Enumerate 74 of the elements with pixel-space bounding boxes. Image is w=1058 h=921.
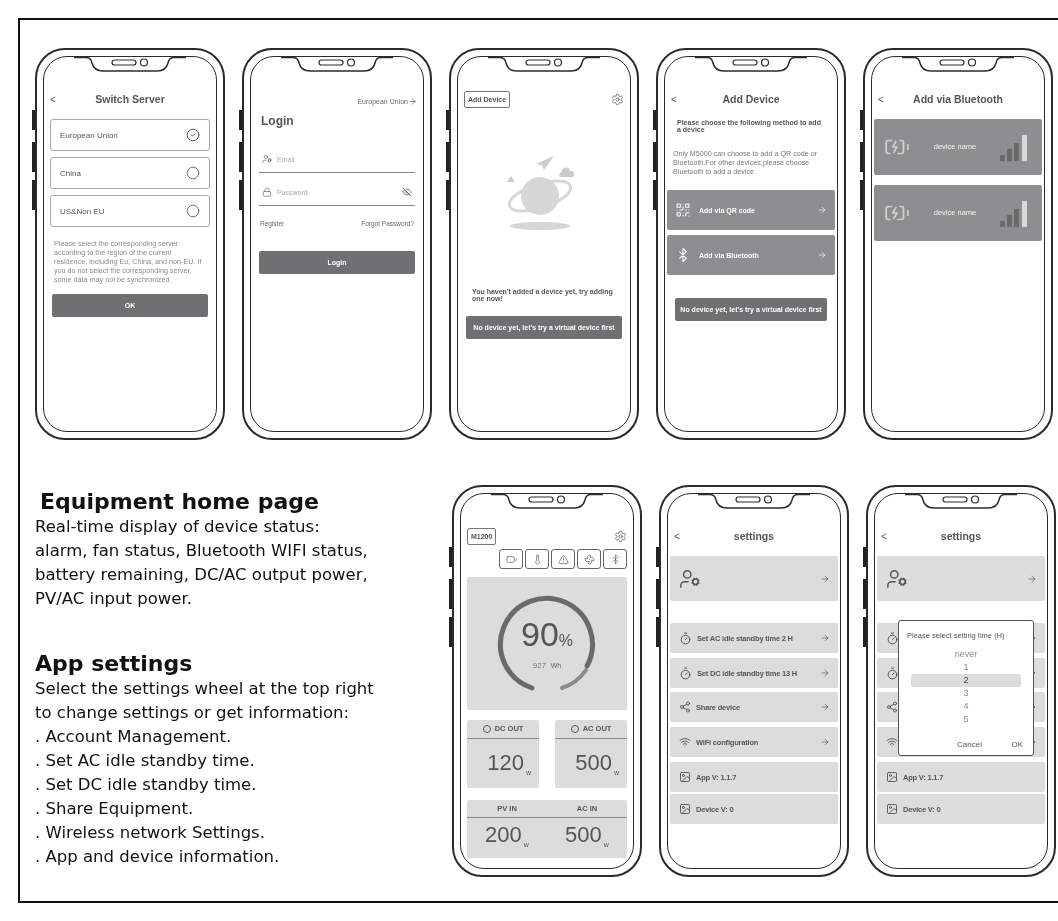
section-text: Select the settings wheel at the top right to change settings or get information:: [35, 678, 375, 724]
list-item: . Account Management.: [35, 726, 233, 748]
arrow-right-icon: [1027, 573, 1037, 584]
section-text: Real-time display of device status: alarm, fan status, Bluetooth WIFI status, battery remaining, DC/AC output power, PV/AC input power.: [35, 516, 369, 610]
arrow-right-icon: [408, 97, 417, 106]
screen-title: Switch Server: [94, 93, 166, 105]
screen-title: Add via Bluetooth: [912, 93, 1004, 105]
time-option[interactable]: 2: [911, 674, 1021, 687]
timer-icon: [679, 666, 692, 680]
screen-title: Add Device: [721, 93, 781, 105]
screen-title: settings: [939, 530, 983, 542]
wifi-icon: [679, 736, 691, 748]
time-option[interactable]: 1: [911, 661, 1021, 674]
server-option[interactable]: US&Non EU: [50, 195, 210, 227]
arrow-right-icon: [820, 573, 830, 584]
output-value: 500: [575, 749, 612, 776]
back-button[interactable]: <: [878, 93, 892, 105]
output-value: 120: [487, 749, 524, 776]
section-heading: App settings: [35, 651, 194, 677]
radio-circle-icon[interactable]: [186, 166, 200, 180]
qr-code-icon: [675, 202, 691, 218]
battery-icon: [505, 553, 517, 565]
time-option[interactable]: 4: [911, 700, 1021, 713]
arrow-right-icon: [820, 737, 830, 747]
list-item: . Share Equipment.: [35, 798, 195, 820]
back-button[interactable]: <: [671, 93, 685, 105]
list-item: . Set DC idle standby time.: [35, 774, 258, 796]
server-option[interactable]: China: [50, 157, 210, 189]
battery-percent: 90: [520, 614, 559, 653]
input-value: 200: [485, 822, 522, 848]
image-icon: [886, 771, 898, 783]
check-circle-icon[interactable]: [186, 128, 200, 142]
settings-icon[interactable]: [614, 530, 627, 543]
list-item: . Set AC idle standby time.: [35, 750, 256, 772]
login-title: Login: [261, 114, 295, 128]
energy-value: 927: [532, 660, 547, 670]
timer-icon: [886, 666, 899, 680]
user-icon: [262, 154, 272, 164]
share-icon: [886, 701, 898, 713]
timer-icon: [886, 631, 899, 645]
list-item: . App and device information.: [35, 846, 281, 868]
arrow-right-icon: [820, 668, 830, 678]
time-option[interactable]: 3: [911, 687, 1021, 700]
timer-icon: [679, 631, 692, 645]
ok-button[interactable]: OK: [1011, 740, 1023, 749]
wifi-icon: [886, 736, 898, 748]
settings-icon[interactable]: [611, 93, 624, 106]
image-icon: [886, 803, 898, 815]
cancel-button[interactable]: Cancel: [957, 740, 982, 749]
share-icon: [679, 701, 691, 713]
arrow-right-icon: [817, 250, 827, 260]
lock-icon: [262, 187, 272, 197]
arrow-right-icon: [820, 633, 830, 643]
back-button[interactable]: <: [674, 530, 688, 542]
list-item: . Wireless network Settings.: [35, 822, 266, 844]
radio-circle-icon[interactable]: [186, 204, 200, 218]
eye-off-icon: [402, 187, 412, 197]
arrow-right-icon: [817, 205, 827, 215]
image-icon: [679, 771, 691, 783]
back-button[interactable]: <: [50, 93, 64, 105]
back-button[interactable]: <: [881, 530, 895, 542]
user-settings-icon: [886, 567, 908, 590]
fan-icon: [583, 553, 595, 565]
image-icon: [679, 803, 691, 815]
server-option[interactable]: European Union: [50, 119, 210, 151]
user-settings-icon: [679, 567, 701, 590]
input-value: 500: [565, 822, 602, 848]
time-option[interactable]: never: [911, 648, 1021, 661]
section-heading: Equipment home page: [40, 489, 320, 515]
percent-unit: %: [558, 631, 574, 649]
screen-title: settings: [732, 530, 776, 542]
warning-icon: [557, 553, 569, 565]
arrow-right-icon: [820, 702, 830, 712]
time-option[interactable]: 5: [911, 713, 1021, 726]
